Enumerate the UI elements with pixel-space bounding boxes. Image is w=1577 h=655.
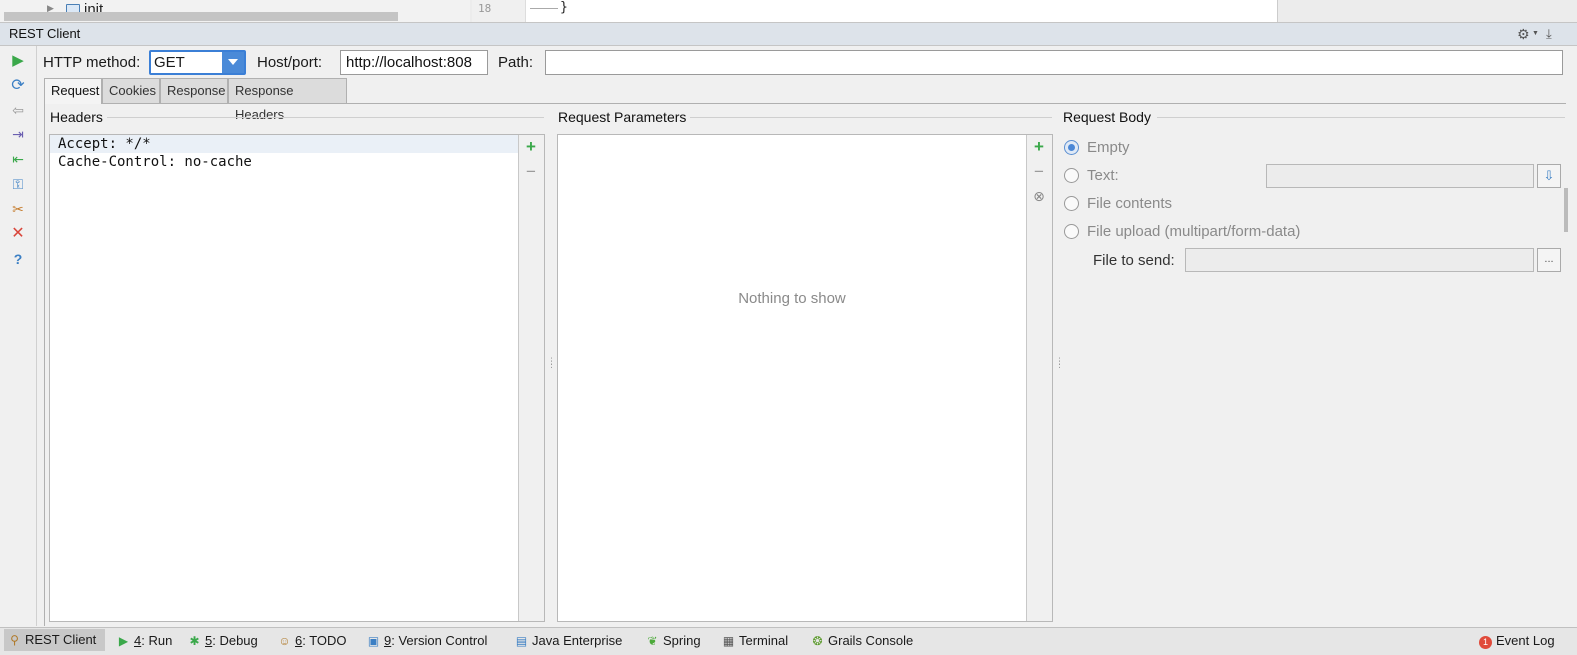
run-tool-button[interactable]: ▶ 4: Run: [117, 631, 172, 651]
run-icon: ▶: [118, 634, 129, 648]
path-label: Path:: [498, 54, 534, 71]
body-file-upload-label[interactable]: File upload (multipart/form-data): [1087, 223, 1300, 240]
panel-splitter[interactable]: ⋮ ⋮: [1055, 357, 1064, 369]
params-section-title: Request Parameters: [558, 109, 691, 125]
tool-button-label: REST Client: [25, 632, 97, 647]
line-number: 18: [478, 2, 492, 15]
headers-group-border: [104, 117, 544, 118]
body-text-input[interactable]: [1266, 164, 1534, 188]
help-icon[interactable]: ?: [8, 249, 28, 269]
debug-tool-button[interactable]: ✱ 5: Debug: [188, 631, 258, 651]
config-icon[interactable]: ✂: [8, 199, 28, 219]
export-icon[interactable]: ⇥: [8, 124, 28, 144]
tool-button-label: Java Enterprise: [532, 633, 623, 648]
tool-window-header: [0, 22, 1577, 46]
body-section-title: Request Body: [1063, 109, 1155, 125]
clear-params-icon[interactable]: ⊗: [1029, 186, 1049, 206]
http-method-value[interactable]: GET: [154, 54, 185, 71]
gear-icon[interactable]: ⚙: [1517, 26, 1530, 43]
path-input[interactable]: [545, 50, 1563, 75]
browse-button[interactable]: ...: [1537, 248, 1561, 272]
body-empty-radio[interactable]: [1064, 140, 1079, 155]
host-port-input[interactable]: http://localhost:808: [340, 50, 488, 75]
spring-tool-button[interactable]: ❦ Spring: [646, 631, 701, 651]
tab-response[interactable]: Response: [160, 78, 228, 103]
header-row[interactable]: Cache-Control: no-cache: [50, 153, 519, 171]
params-side-toolbar: [1026, 135, 1052, 621]
vertical-scrollbar[interactable]: [1564, 188, 1568, 232]
grails-icon: ❂: [812, 634, 823, 648]
event-log-badge: 1: [1479, 636, 1492, 649]
clear-icon[interactable]: ✕: [8, 224, 28, 244]
java-enterprise-tool-button[interactable]: ▤ Java Enterprise: [515, 631, 623, 651]
generate-auth-icon[interactable]: ⚿: [8, 174, 28, 194]
add-header-icon[interactable]: +: [521, 137, 541, 157]
vcs-icon: ▣: [367, 634, 380, 648]
body-file-upload-radio[interactable]: [1064, 224, 1079, 239]
tab-request[interactable]: Request: [44, 78, 102, 104]
refresh-icon[interactable]: ⟳: [8, 76, 28, 96]
add-param-icon[interactable]: +: [1029, 137, 1049, 157]
http-method-label: HTTP method:: [43, 54, 141, 71]
terminal-icon: ▦: [722, 634, 735, 648]
run-icon[interactable]: ▶: [8, 51, 28, 71]
back-icon[interactable]: ⇦: [8, 100, 28, 120]
body-text-radio[interactable]: [1064, 168, 1079, 183]
headers-section-title: Headers: [50, 109, 107, 125]
params-empty-text: Nothing to show: [738, 290, 846, 307]
event-log-tool-button[interactable]: 1 Event Log: [1479, 631, 1555, 651]
tab-cookies[interactable]: Cookies: [102, 78, 160, 103]
fold-marker: [530, 8, 558, 9]
panel-splitter[interactable]: ⋮ ⋮: [547, 357, 556, 369]
java-enterprise-icon: ▤: [515, 634, 528, 648]
remove-header-icon[interactable]: −: [521, 162, 541, 182]
editor-area[interactable]: [472, 0, 1278, 22]
tool-button-label: : TODO: [302, 633, 347, 648]
body-file-contents-label[interactable]: File contents: [1087, 195, 1172, 212]
todo-icon: ☺: [278, 634, 291, 648]
todo-tool-button[interactable]: ☺ 6: TODO: [278, 631, 347, 651]
header-row[interactable]: Accept: */*: [50, 135, 519, 153]
tool-button-label: : Run: [141, 633, 173, 648]
spring-leaf-icon: ❦: [647, 634, 658, 648]
tool-window-title: REST Client: [9, 26, 81, 41]
headers-editor[interactable]: Accept: */* Cache-Control: no-cache: [50, 135, 519, 621]
chevron-down-icon[interactable]: [228, 59, 238, 65]
grails-console-tool-button[interactable]: ❂ Grails Console: [811, 631, 913, 651]
host-port-label: Host/port:: [257, 54, 323, 71]
import-icon[interactable]: ⇤: [8, 149, 28, 169]
chevron-down-icon[interactable]: ▼: [1532, 30, 1539, 37]
tool-button-label: : Debug: [212, 633, 258, 648]
headers-side-toolbar: [518, 135, 544, 621]
tool-button-label: Terminal: [739, 633, 789, 648]
rest-client-tool-button[interactable]: ⚲ REST Client: [4, 629, 105, 651]
tree-horizontal-scrollbar[interactable]: [4, 12, 398, 21]
body-text-label[interactable]: Text:: [1087, 167, 1119, 184]
rest-client-icon: ⚲: [10, 633, 19, 647]
body-group-border: [1157, 117, 1565, 118]
hide-window-icon[interactable]: ⤓: [1546, 26, 1552, 42]
tool-button-label: Event Log: [1496, 633, 1555, 648]
toolbar-divider: [36, 46, 37, 626]
file-to-send-label: File to send:: [1093, 252, 1175, 269]
tool-button-label: Spring: [663, 633, 701, 648]
tab-response-headers[interactable]: Response Headers: [228, 78, 347, 122]
body-empty-label[interactable]: Empty: [1087, 139, 1130, 156]
load-file-icon[interactable]: ⇩: [1537, 164, 1561, 188]
bug-icon: ✱: [189, 634, 200, 648]
body-file-contents-radio[interactable]: [1064, 196, 1079, 211]
tool-button-label: : Version Control: [391, 633, 488, 648]
terminal-tool-button[interactable]: ▦ Terminal: [722, 631, 788, 651]
params-group-border: [690, 117, 1052, 118]
params-panel: [557, 134, 1053, 622]
code-line: }: [560, 0, 568, 15]
version-control-tool-button[interactable]: ▣ 9: Version Control: [367, 631, 488, 651]
file-to-send-input[interactable]: [1185, 248, 1534, 272]
tool-button-label: Grails Console: [828, 633, 914, 648]
remove-param-icon[interactable]: −: [1029, 162, 1049, 182]
